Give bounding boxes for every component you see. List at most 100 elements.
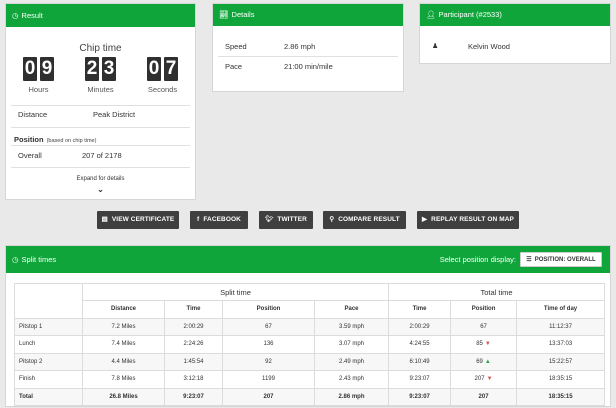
overall-value: 207 of 2178 (82, 151, 122, 160)
file-icon: ▤ (101, 216, 108, 223)
total-time-group-header: Total time (388, 283, 606, 301)
time-of-day: 13:37:03 (516, 335, 606, 354)
expand-details-link[interactable]: Expand for details (6, 176, 195, 182)
distance-label: Distance (18, 110, 48, 119)
overall-label: Overall (18, 151, 42, 160)
chart-icon: 📈︎ (219, 10, 229, 19)
position-display-value: POSITION: OVERALL (534, 257, 596, 263)
split-times-panel: ◷ Split times Select position display: ☰ P… (5, 245, 611, 407)
speed-value: 2.86 mph (284, 42, 316, 51)
position-display-label: Select position display: (439, 255, 516, 264)
total-time-of-day: 18:35:15 (516, 387, 606, 406)
minutes-digit: 2 (85, 57, 99, 81)
participant-panel-header: 👤︎ Participant (#2533) (420, 4, 610, 26)
split-position: 67 (222, 317, 315, 336)
facebook-button[interactable]: f FACEBOOK (190, 211, 248, 229)
split-pace: 3.59 mph (313, 317, 390, 336)
pace-value: 21:00 min/mile (284, 62, 333, 71)
split-pace: 2.49 mph (313, 352, 390, 371)
divider (11, 105, 190, 106)
twitter-button[interactable]: 🐦︎ TWITTER (259, 211, 313, 229)
seconds-label: Seconds (147, 85, 178, 94)
split-pace: 2.43 mph (313, 370, 390, 389)
split-name: Lunch (14, 335, 83, 354)
total-position-cell: 69 ▲ (450, 352, 518, 371)
total-time: 9:23:07 (388, 370, 452, 389)
hours-digit: 9 (40, 57, 54, 81)
position-sub-label: (based on chip time) (46, 138, 97, 144)
total-label: Total (14, 387, 83, 406)
distance-value: Peak District (93, 110, 136, 119)
divider (11, 167, 190, 168)
speed-label: Speed (225, 42, 247, 51)
split-time: 3:12:18 (164, 370, 223, 389)
split-position: 92 (222, 352, 315, 371)
arrow-down-icon: ▼ (484, 341, 491, 348)
chip-time-display: 09 Hours 23 Minutes 07 Seconds (6, 57, 195, 94)
facebook-icon: f (197, 216, 200, 223)
total-total-position: 207 (450, 387, 518, 406)
split-position: 1199 (222, 370, 315, 389)
chip-time-label: Chip time (79, 43, 122, 54)
list-icon: ☰ (526, 257, 532, 263)
corner-cell (14, 283, 83, 319)
user-icon: 👤︎ (426, 10, 436, 19)
time-of-day: 15:22:57 (516, 352, 606, 371)
total-time: 6:10:49 (388, 352, 452, 371)
total-position: 207 (474, 376, 485, 383)
facebook-label: FACEBOOK (203, 216, 241, 223)
split-times-table: Split time Total time Distance Time Posi… (14, 283, 606, 406)
seconds-group: 07 Seconds (133, 57, 192, 94)
result-panel-header: ◷ Result (6, 4, 195, 27)
position-heading: Position (based on chip time) (14, 135, 96, 144)
split-times-header: ◷ Split times Select position display: ☰ P… (6, 246, 610, 273)
details-title: Details (231, 10, 255, 19)
position-display-select[interactable]: ☰ POSITION: OVERALL (520, 252, 602, 267)
minutes-group: 23 Minutes (71, 57, 130, 94)
table-row: Finish 7.8 Miles 3:12:18 1199 2.43 mph 9… (14, 370, 606, 389)
search-icon: ⚲ (329, 216, 335, 223)
arrow-up-icon: ▲ (484, 358, 491, 365)
split-distance: 7.8 Miles (82, 370, 165, 389)
column-header: Pace (313, 300, 390, 319)
split-name: Pitstop 1 (14, 317, 83, 336)
total-position-cell: 207 ▼ (450, 370, 518, 389)
split-distance: 7.2 Miles (82, 317, 165, 336)
total-position: 85 (476, 341, 483, 348)
split-position: 136 (222, 335, 315, 354)
time-of-day: 11:12:37 (516, 317, 606, 336)
column-header: Distance (82, 300, 165, 319)
total-split-time: 9:23:07 (164, 387, 223, 406)
participant-name: Kelvin Wood (468, 42, 510, 51)
total-position-cell: 85 ▼ (450, 335, 518, 354)
split-distance: 4.4 Miles (82, 352, 165, 371)
divider (218, 56, 398, 57)
column-header: Time (388, 300, 452, 319)
clock-icon: ◷ (12, 255, 19, 264)
column-header: Time of day (516, 300, 606, 319)
divider (11, 145, 190, 146)
participant-title: Participant (#2533) (438, 10, 502, 19)
compare-result-button[interactable]: ⚲ COMPARE RESULT (323, 211, 406, 229)
replay-result-button[interactable]: ▶ REPLAY RESULT ON MAP (417, 211, 519, 229)
split-name: Finish (14, 370, 83, 389)
details-panel-header: 📈︎ Details (213, 4, 403, 26)
hours-group: 09 Hours (9, 57, 68, 94)
chevron-down-icon[interactable]: ⌄ (6, 185, 195, 194)
pace-label: Pace (225, 62, 243, 71)
total-pace: 2.86 mph (313, 387, 390, 406)
column-header: Position (222, 300, 315, 319)
total-position: 67 (480, 323, 487, 330)
seconds-digit: 0 (147, 57, 161, 81)
view-certificate-label: VIEW CERTIFICATE (111, 216, 175, 223)
seconds-digit: 7 (164, 57, 178, 81)
column-header: Time (164, 300, 223, 319)
minutes-digit: 3 (102, 57, 116, 81)
hours-digit: 0 (23, 57, 37, 81)
total-time: 4:24:55 (388, 335, 452, 354)
table-row: Pitstop 1 7.2 Miles 2:00:29 67 3.59 mph … (14, 317, 606, 336)
split-time: 2:24:26 (164, 335, 223, 354)
time-of-day: 18:35:15 (516, 370, 606, 389)
total-total-time: 9:23:07 (388, 387, 452, 406)
view-certificate-button[interactable]: ▤ VIEW CERTIFICATE (97, 211, 179, 229)
